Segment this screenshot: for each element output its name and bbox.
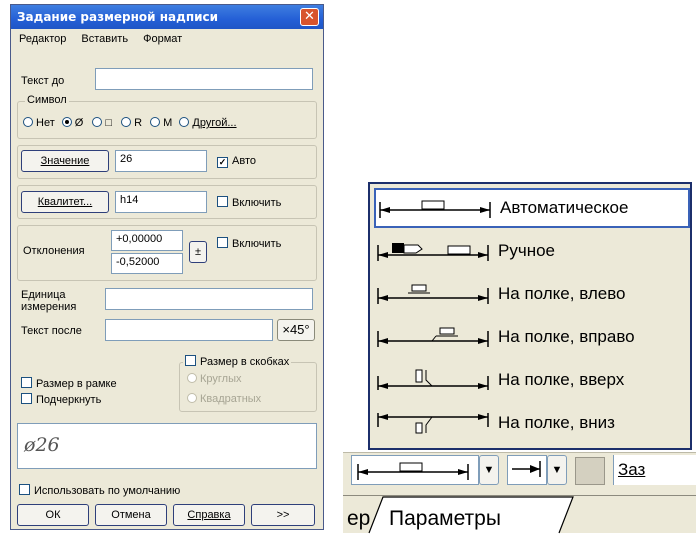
dim-auto-icon [379,200,491,218]
ok-button[interactable]: ОК [17,504,89,526]
symbol-other-radio[interactable]: Другой... [179,117,237,129]
degree-45-button[interactable]: ×45° [277,319,315,341]
auto-checkbox[interactable]: ✓ Авто [217,155,256,168]
placement-dropdown: Автоматическое Ручное На полке, влево На… [368,182,692,450]
symbol-none-radio[interactable]: Нет [23,117,55,129]
qualitet-button[interactable]: Квалитет... [21,191,109,213]
option-shelf-up-label: На полке, вверх [498,370,625,389]
text-before-input[interactable] [95,68,313,90]
brackets-checkbox[interactable]: Размер в скобках [183,355,292,368]
tab-parameters[interactable]: Параметры [389,507,501,531]
dim-shelf-left-icon [377,284,489,304]
option-shelf-right-label: На полке, вправо [498,327,635,346]
brackets-square-radio[interactable]: Квадратных [187,393,261,405]
option-shelf-down[interactable]: На полке, вниз [374,403,690,443]
symbol-square-radio[interactable]: □ [92,117,112,129]
option-shelf-right[interactable]: На полке, вправо [374,317,690,357]
value-input[interactable]: 26 [115,150,207,172]
unit-input[interactable] [105,288,313,310]
more-button[interactable]: >> [251,504,315,526]
preview-box: ø26 [17,423,317,469]
dim-shelf-right-icon [377,327,489,347]
text-before-label: Текст до [21,75,65,87]
option-shelf-left-label: На полке, влево [498,284,626,303]
menu-insert[interactable]: Вставить [81,33,128,45]
dim-shelf-up-icon [377,369,489,390]
menu-format[interactable]: Формат [143,33,182,45]
chevron-down-icon[interactable]: ▼ [547,455,567,485]
unit-label: Единица измерения [21,289,77,313]
option-manual[interactable]: Ручное [374,231,690,271]
deviations-label: Отклонения [23,245,85,257]
cancel-button[interactable]: Отмена [95,504,167,526]
help-button[interactable]: Справка [173,504,245,526]
option-automatic-label: Автоматическое [500,198,629,217]
option-shelf-left[interactable]: На полке, влево [374,274,690,314]
symbol-metric-radio[interactable]: M [150,117,172,129]
dialog-title: Задание размерной надписи [11,5,323,29]
qualitet-include-checkbox[interactable]: Включить [217,196,281,209]
deviation-include-checkbox[interactable]: Включить [217,237,281,250]
plus-minus-button[interactable]: ± [189,241,207,263]
value-button[interactable]: Значение [21,150,109,172]
option-shelf-down-label: На полке, вниз [498,413,615,432]
deviation-lower-input[interactable]: -0,52000 [111,253,183,274]
use-default-checkbox[interactable]: Использовать по умолчанию [19,484,180,497]
text-after-input[interactable] [105,319,273,341]
qualitet-input[interactable]: h14 [115,191,207,213]
symbol-options: Нет Ø □ R M Другой... [23,117,237,129]
arrow-style-icon [512,461,541,477]
gap-field-label: Заз [613,455,696,485]
dim-auto-icon [357,462,469,480]
option-shelf-up[interactable]: На полке, вверх [374,360,690,400]
symbol-group-label: Символ [25,94,69,106]
text-after-label: Текст после [21,325,82,337]
underline-checkbox[interactable]: Подчеркнуть [21,393,101,406]
dim-manual-icon [377,243,489,261]
deviation-upper-input[interactable]: +0,00000 [111,230,183,251]
option-automatic[interactable]: Автоматическое [374,188,690,228]
placement-combo[interactable] [351,455,479,485]
menu-editor[interactable]: Редактор [19,33,66,45]
symbol-diameter-radio[interactable]: Ø [61,117,83,129]
dimension-text-dialog: Задание размерной надписи ✕ Редактор Вст… [10,4,324,530]
frame-checkbox[interactable]: Размер в рамке [21,377,117,390]
color-swatch[interactable] [575,457,605,485]
menu-bar: Редактор Вставить Формат [19,33,194,45]
close-button[interactable]: ✕ [300,8,319,26]
brackets-round-radio[interactable]: Круглых [187,373,242,385]
parameters-toolbar: ▼ ▼ Заз ер Параметры [343,452,696,534]
chevron-down-icon[interactable]: ▼ [479,455,499,485]
dim-shelf-down-icon [377,413,489,434]
arrow-style-combo[interactable] [507,455,547,485]
option-manual-label: Ручное [498,241,555,260]
symbol-radius-radio[interactable]: R [121,117,142,129]
